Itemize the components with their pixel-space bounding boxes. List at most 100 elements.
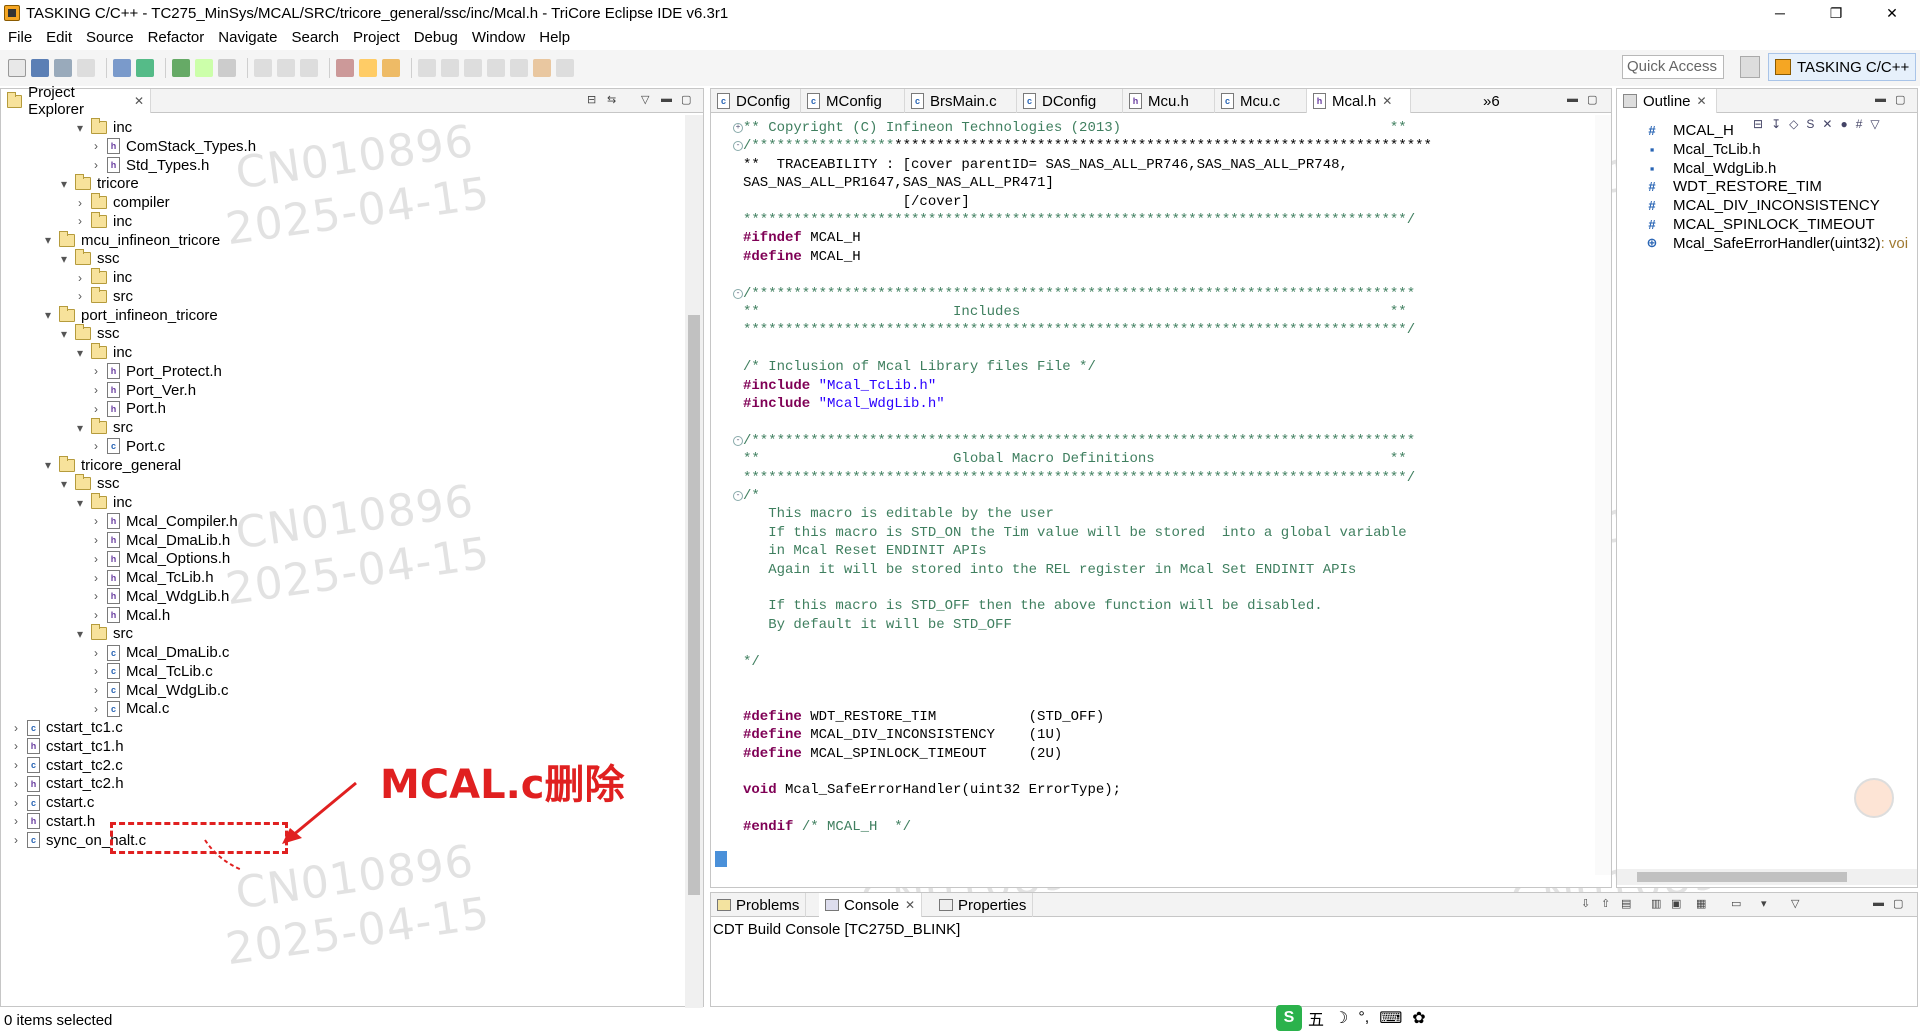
collapse-all-icon[interactable]: ⊟ — [1753, 117, 1763, 131]
chevron-right-icon[interactable]: › — [9, 796, 23, 810]
assistant-avatar[interactable] — [1854, 778, 1894, 818]
hide-static-icon[interactable]: S — [1806, 117, 1814, 131]
maximize-icon[interactable]: ▢ — [1893, 897, 1903, 910]
tab-problems[interactable]: Problems — [711, 893, 807, 917]
tab-editor-file[interactable]: c Mcu.c — [1215, 89, 1307, 113]
close-icon[interactable]: ✕ — [1382, 94, 1392, 108]
outline-hscrollbar[interactable] — [1617, 869, 1917, 885]
forward-icon[interactable] — [556, 59, 574, 77]
maximize-icon[interactable]: ▢ — [1587, 93, 1597, 106]
external-tools-icon[interactable] — [195, 59, 213, 77]
maximize-icon[interactable]: ▢ — [681, 93, 691, 106]
build-icon[interactable] — [113, 59, 131, 77]
save-all-icon[interactable] — [54, 59, 72, 77]
ime-punct-icon[interactable]: °, — [1358, 1009, 1369, 1027]
chevron-right-icon[interactable]: › — [73, 214, 87, 228]
toggle-mark-icon[interactable] — [300, 59, 318, 77]
menu-refactor[interactable]: Refactor — [148, 29, 205, 46]
tab-editor-file[interactable]: c MConfig — [801, 89, 905, 113]
hide-nonpublic-icon[interactable]: ✕ — [1822, 117, 1832, 131]
console-menu-icon[interactable]: ▽ — [1791, 897, 1799, 910]
debug-icon[interactable] — [136, 59, 154, 77]
chevron-right-icon[interactable]: › — [89, 139, 103, 153]
chevron-right-icon[interactable]: › — [89, 158, 103, 172]
annotation-icon[interactable] — [418, 59, 436, 77]
show-console-icon[interactable]: ▤ — [1621, 897, 1631, 910]
tab-editor-file[interactable]: c DConfig — [1017, 89, 1123, 113]
tab-editor-file[interactable]: c DConfig — [711, 89, 801, 113]
collapse-fold-icon[interactable]: - — [733, 491, 743, 501]
display-console-icon[interactable]: ▦ — [1696, 897, 1706, 910]
chevron-right-icon[interactable]: › — [73, 271, 87, 285]
next-annotation-icon[interactable] — [487, 59, 505, 77]
chevron-right-icon[interactable]: › — [73, 289, 87, 303]
run-icon[interactable] — [172, 59, 190, 77]
menu-window[interactable]: Window — [472, 29, 525, 46]
ime-moon-icon[interactable]: ☽ — [1334, 1008, 1348, 1028]
ime-mode[interactable]: 五 — [1308, 1006, 1324, 1030]
chevron-right-icon[interactable]: › — [89, 702, 103, 716]
chevron-right-icon[interactable]: › — [89, 608, 103, 622]
chevron-right-icon[interactable]: › — [89, 439, 103, 453]
chevron-down-icon[interactable]: ▾ — [57, 477, 71, 491]
chevron-right-icon[interactable]: › — [89, 552, 103, 566]
chevron-right-icon[interactable]: › — [89, 402, 103, 416]
folder-open-icon[interactable] — [359, 59, 377, 77]
last-edit-icon[interactable] — [510, 59, 528, 77]
open-console-icon[interactable]: ▾ — [1761, 897, 1767, 910]
more-tabs-button[interactable]: »6 — [1477, 89, 1506, 113]
chevron-right-icon[interactable]: › — [89, 589, 103, 603]
chevron-down-icon[interactable]: ▾ — [57, 177, 71, 191]
tab-editor-file[interactable]: h Mcu.h — [1123, 89, 1215, 113]
clear-console-icon[interactable]: ▥ — [1651, 897, 1661, 910]
code-editor[interactable]: + ** Copyright (C) Infineon Technologies … — [711, 115, 1596, 855]
group-macros-icon[interactable]: # — [1856, 117, 1863, 131]
chevron-right-icon[interactable]: › — [9, 758, 23, 772]
scroll-lock-icon[interactable]: ⇩ — [1581, 897, 1590, 910]
chevron-down-icon[interactable]: ▾ — [73, 421, 87, 435]
close-icon[interactable]: ✕ — [134, 94, 144, 108]
minimize-icon[interactable]: ▬ — [1875, 93, 1886, 105]
bug-icon[interactable] — [336, 59, 354, 77]
expand-fold-icon[interactable]: + — [733, 123, 743, 133]
outline-item[interactable]: ⊕ Mcal_SafeErrorHandler(uint32) : voi — [1645, 232, 1909, 255]
chevron-right-icon[interactable]: › — [9, 814, 23, 828]
chevron-down-icon[interactable]: ▾ — [73, 496, 87, 510]
pen-icon[interactable] — [382, 59, 400, 77]
menu-file[interactable]: File — [8, 29, 32, 46]
ime-keyboard-icon[interactable]: ⌨ — [1379, 1008, 1402, 1028]
new-console-icon[interactable]: ▭ — [1731, 897, 1741, 910]
quick-access-input[interactable]: Quick Access — [1622, 55, 1724, 79]
hide-inactive-icon[interactable]: ● — [1840, 117, 1847, 131]
ime-logo-icon[interactable]: S — [1276, 1005, 1302, 1031]
tab-project-explorer[interactable]: Project Explorer ✕ — [1, 84, 151, 118]
new-icon[interactable] — [8, 59, 26, 77]
sort-icon[interactable]: ↧ — [1771, 117, 1781, 131]
chevron-down-icon[interactable]: ▾ — [57, 327, 71, 341]
tree-scrollbar[interactable] — [685, 115, 703, 1008]
pin-console-icon[interactable]: ▣ — [1671, 897, 1681, 910]
chevron-right-icon[interactable]: › — [89, 571, 103, 585]
chevron-right-icon[interactable]: › — [89, 533, 103, 547]
restore-button[interactable]: ❐ — [1808, 0, 1864, 26]
tab-outline[interactable]: Outline ✕ — [1617, 89, 1717, 113]
tab-console[interactable]: Console ✕ — [819, 893, 923, 917]
chevron-right-icon[interactable]: › — [89, 664, 103, 678]
save-icon[interactable] — [31, 59, 49, 77]
chevron-right-icon[interactable]: › — [9, 777, 23, 791]
block-icon[interactable] — [441, 59, 459, 77]
chevron-right-icon[interactable]: › — [89, 683, 103, 697]
chevron-right-icon[interactable]: › — [89, 514, 103, 528]
close-icon[interactable]: ✕ — [905, 898, 915, 912]
scroll-up-icon[interactable]: ⇧ — [1601, 897, 1610, 910]
print-icon[interactable] — [77, 59, 95, 77]
collapse-all-icon[interactable]: ⊟ — [587, 93, 596, 106]
maximize-icon[interactable]: ▢ — [1895, 93, 1905, 106]
view-menu-icon[interactable]: ▽ — [1870, 117, 1879, 131]
ime-skin-icon[interactable]: ✿ — [1412, 1008, 1425, 1028]
chevron-down-icon[interactable]: ▾ — [73, 121, 87, 135]
tab-editor-file[interactable]: c BrsMain.c — [905, 89, 1017, 113]
chevron-down-icon[interactable]: ▾ — [73, 627, 87, 641]
open-resource-icon[interactable] — [277, 59, 295, 77]
minimize-icon[interactable]: ▬ — [1873, 897, 1884, 909]
